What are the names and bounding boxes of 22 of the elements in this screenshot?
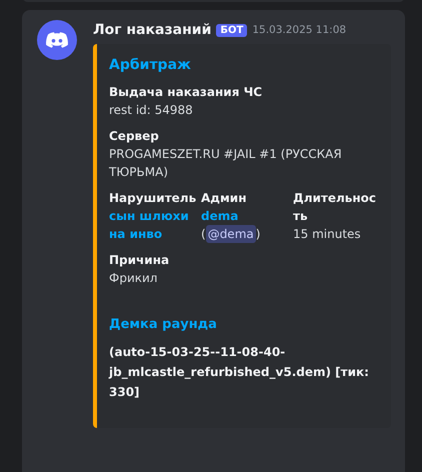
- user-mention[interactable]: @dema: [206, 225, 256, 243]
- bot-avatar-icon[interactable]: [37, 20, 77, 60]
- embed-title: Арбитраж: [109, 57, 192, 73]
- field-name: Нарушитель: [109, 190, 198, 207]
- author-name[interactable]: Лог наказаний: [93, 22, 212, 38]
- field-value: rest id: 54988: [109, 102, 194, 119]
- paren-open: (: [201, 226, 206, 243]
- field-name: Причина: [109, 252, 170, 269]
- field-name: Админ: [201, 190, 248, 207]
- field-name: Выдача наказания ЧС: [109, 84, 264, 101]
- field-value: Фрикил: [109, 270, 158, 287]
- field-name: Сервер: [109, 128, 160, 145]
- field-link[interactable]: сын шлюхи на инво: [109, 207, 201, 243]
- timestamp: 15.03.2025 11:08: [252, 24, 346, 36]
- bot-badge: БОТ: [216, 24, 248, 36]
- demo-link[interactable]: Демка раунда: [109, 317, 217, 332]
- paren-close: ): [256, 226, 260, 243]
- embed-description: (auto-15-03-25--11-08-40-jb_mlcastle_refurbished_v5.dem) [тик: 330]: [109, 344, 370, 401]
- field-value: 15 minutes: [293, 226, 362, 243]
- field-name: Длительность: [293, 190, 378, 225]
- field-value: PROGAMESZET.RU #JAIL #1 (РУССКАЯ ТЮРЬМА): [109, 146, 343, 181]
- field-link[interactable]: dema: [201, 207, 238, 225]
